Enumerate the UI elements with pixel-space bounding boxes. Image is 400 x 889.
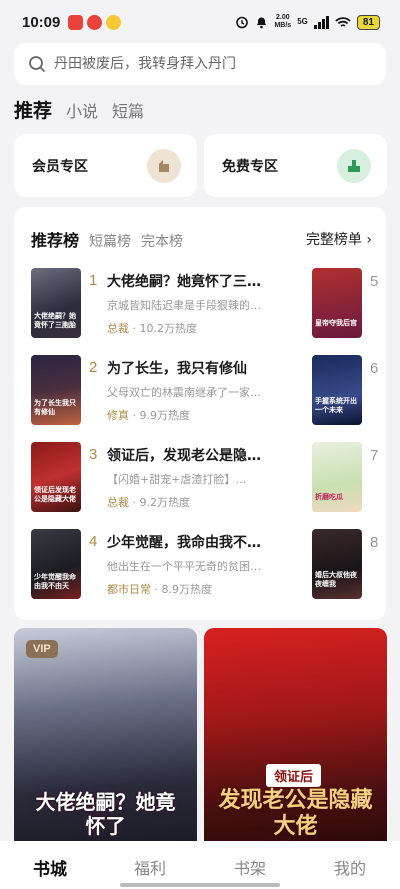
- app-notification-icon: [68, 14, 84, 30]
- app-notification-icon: [106, 14, 122, 30]
- nav-welfare[interactable]: 福利: [100, 841, 200, 889]
- book-desc: 父母双亡的林震南继承了一家…: [107, 386, 261, 399]
- side-book-cover[interactable]: 手握系统开出一个未来: [312, 355, 362, 425]
- search-bar[interactable]: [14, 43, 386, 85]
- rank-number: 1: [89, 272, 98, 289]
- nav-bookstore[interactable]: 书城: [0, 841, 100, 889]
- status-time: 10:09: [22, 13, 61, 31]
- featured-book-right[interactable]: 领证后 发现老公是隐藏大佬: [204, 628, 387, 850]
- book-cover: 少年觉醒我命由我不由天: [31, 529, 81, 599]
- book-heat: · 9.9万热度: [129, 409, 190, 422]
- vip-badge: VIP: [26, 640, 58, 658]
- book-cover: 为了长生我只有修仙: [31, 355, 81, 425]
- side-rank-number: 8: [370, 534, 379, 551]
- cover-text: 大佬绝嗣？她竟怀了三胞胎: [34, 312, 76, 329]
- ranking-row[interactable]: 大佬绝嗣？她竟怀了三胞胎 1 大佬绝嗣？她竟怀了三… 京城皆知陆迟聿是手段狠辣的…: [31, 268, 321, 340]
- crown-icon: [147, 148, 181, 183]
- side-book-cover[interactable]: 皇帝夺我后宫: [312, 268, 362, 338]
- featured-book-left[interactable]: VIP 大佬绝嗣？她竟怀了: [14, 628, 197, 850]
- tab-recommend[interactable]: 推荐: [14, 96, 52, 123]
- status-bar: 10:09 2.00 MB/s 5G 81: [0, 0, 400, 44]
- cover-text: 皇帝夺我后宫: [315, 319, 357, 327]
- book-category: 修真: [107, 409, 129, 422]
- book-desc: 他出生在一个平平无奇的贫困…: [107, 560, 261, 573]
- bottom-nav: 书城 福利 书架 我的: [0, 841, 400, 889]
- signal-icon: [313, 15, 329, 29]
- book-heat: · 10.2万热度: [129, 322, 197, 335]
- book-category: 都市日常: [107, 583, 151, 596]
- side-book-cover[interactable]: 折磨吃瓜: [312, 442, 362, 512]
- featured-tag-right: 领证后: [266, 764, 322, 787]
- cover-text: 手握系统开出一个未来: [315, 397, 357, 414]
- cover-text: 领证后发现老公是隐藏大佬: [34, 486, 76, 503]
- search-input[interactable]: [54, 56, 386, 72]
- cover-text: 婚后大叔他夜夜缠我: [315, 571, 357, 588]
- bell-icon: [257, 17, 267, 29]
- book-category: 总裁: [107, 496, 129, 509]
- book-title: 领证后，发现老公是隐…: [107, 448, 261, 464]
- free-zone-label: 免费专区: [222, 158, 278, 175]
- book-heat: · 9.2万热度: [129, 496, 190, 509]
- book-category: 总裁: [107, 322, 129, 335]
- tab-short[interactable]: 短篇: [112, 98, 144, 122]
- tab-short-rank[interactable]: 短篇榜: [89, 231, 131, 251]
- member-zone-label: 会员专区: [32, 158, 88, 175]
- free-icon: [337, 148, 371, 183]
- ranking-card: 推荐榜 短篇榜 完本榜 完整榜单 › 大佬绝嗣？她竟怀了三胞胎 1 大佬绝嗣？她…: [14, 207, 386, 620]
- cover-text: 少年觉醒我命由我不由天: [34, 573, 76, 590]
- book-title: 少年觉醒，我命由我不…: [107, 535, 261, 551]
- book-cover: 领证后发现老公是隐藏大佬: [31, 442, 81, 512]
- ranking-row[interactable]: 少年觉醒我命由我不由天 4 少年觉醒，我命由我不… 他出生在一个平平无奇的贫困……: [31, 529, 321, 601]
- ranking-row[interactable]: 领证后发现老公是隐藏大佬 3 领证后，发现老公是隐… 【闪婚+甜宠+虐渣打脸】……: [31, 442, 321, 514]
- net-speed: 2.00: [276, 14, 290, 21]
- nav-mine[interactable]: 我的: [300, 841, 400, 889]
- home-indicator[interactable]: [120, 883, 280, 887]
- full-list-link[interactable]: 完整榜单 ›: [306, 229, 372, 249]
- cover-text: 折磨吃瓜: [315, 493, 343, 501]
- network-type: 5G: [297, 17, 308, 26]
- rank-number: 3: [89, 446, 98, 463]
- app-notification-icon: [87, 14, 103, 30]
- book-desc: 京城皆知陆迟聿是手段狠辣的…: [107, 299, 261, 312]
- featured-title-left: 大佬绝嗣？她竟怀了: [35, 790, 176, 838]
- nav-bookshelf[interactable]: 书架: [200, 841, 300, 889]
- battery-icon: 81: [356, 14, 380, 30]
- top-tabs: 推荐 小说 短篇: [14, 96, 144, 123]
- search-icon: [29, 56, 46, 73]
- cover-text: 为了长生我只有修仙: [34, 399, 76, 416]
- book-title: 为了长生，我只有修仙: [107, 361, 247, 377]
- alarm-icon: [236, 16, 249, 29]
- book-title: 大佬绝嗣？她竟怀了三…: [107, 274, 261, 290]
- book-cover: 大佬绝嗣？她竟怀了三胞胎: [31, 268, 81, 338]
- tab-novel[interactable]: 小说: [66, 98, 98, 122]
- side-rank-number: 5: [370, 273, 379, 290]
- net-unit: MB/s: [274, 22, 292, 29]
- member-zone-card[interactable]: 会员专区: [14, 134, 197, 197]
- featured-title-right: 发现老公是隐藏大佬: [218, 788, 373, 839]
- book-heat: · 8.9万热度: [151, 583, 212, 596]
- tab-recommend-rank[interactable]: 推荐榜: [31, 227, 79, 251]
- side-book-cover[interactable]: 婚后大叔他夜夜缠我: [312, 529, 362, 599]
- rank-number: 4: [89, 533, 98, 550]
- free-zone-card[interactable]: 免费专区: [204, 134, 387, 197]
- wifi-icon: [335, 16, 351, 27]
- ranking-row[interactable]: 为了长生我只有修仙 2 为了长生，我只有修仙 父母双亡的林震南继承了一家… 修真…: [31, 355, 321, 427]
- rank-number: 2: [89, 359, 98, 376]
- side-rank-number: 7: [370, 447, 379, 464]
- side-rank-number: 6: [370, 360, 379, 377]
- book-desc: 【闪婚+甜宠+虐渣打脸】…: [107, 473, 247, 486]
- tab-finished-rank[interactable]: 完本榜: [141, 231, 183, 251]
